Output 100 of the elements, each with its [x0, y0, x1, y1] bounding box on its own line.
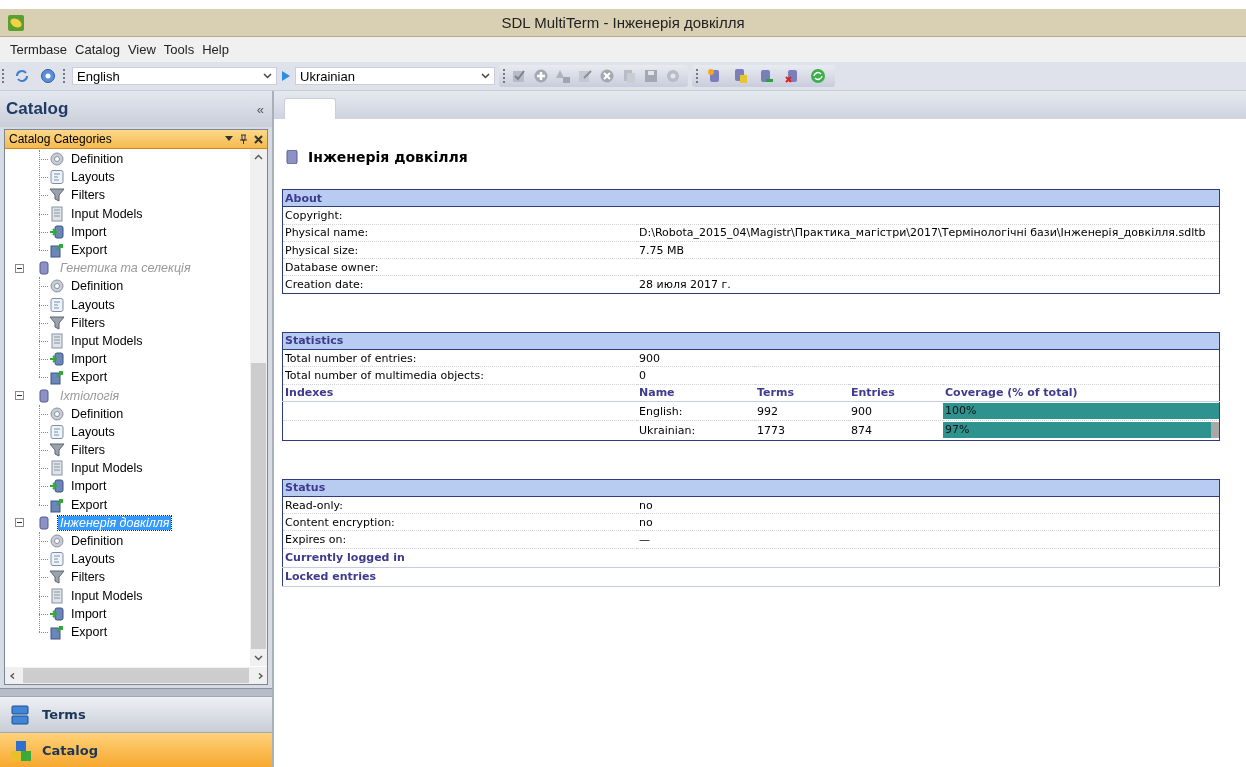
tree-item[interactable]: Export [71, 497, 108, 512]
tree-item[interactable]: Definition [71, 534, 124, 549]
table-cell: Total number of multimedia objects: [282, 366, 637, 385]
collapse-toggle[interactable] [15, 263, 24, 273]
tree-item[interactable]: Input Models [71, 206, 143, 221]
database-icon [36, 260, 52, 277]
scrollbar[interactable] [250, 149, 267, 666]
tree-item[interactable]: Import [71, 479, 107, 494]
table-cell: Content encryption: [282, 513, 637, 531]
pages-icon[interactable] [621, 68, 637, 84]
table-cell: Copyright: [282, 206, 637, 225]
tree-item[interactable]: Layouts [71, 297, 115, 312]
import-icon [49, 223, 65, 240]
section-header: Statistics [282, 332, 1220, 350]
tree-item[interactable]: Import [71, 224, 107, 239]
tree-item[interactable]: Filters [71, 188, 106, 203]
table-cell: 28 июля 2017 г. [639, 278, 731, 292]
table-cell: no [639, 515, 653, 529]
target-language-dropdown[interactable]: Ukrainian [295, 67, 495, 85]
chevron-down-icon [481, 73, 490, 79]
menu-item[interactable]: Tools [159, 42, 199, 57]
nav-button[interactable]: Catalog [0, 732, 272, 767]
menu-item[interactable]: Termbase [6, 42, 72, 57]
tree-item[interactable]: Input Models [71, 461, 143, 476]
tree-item[interactable]: Filters [71, 315, 106, 330]
plus-icon[interactable] [533, 68, 549, 84]
document-icon [49, 423, 65, 440]
collapse-toggle[interactable] [15, 391, 24, 401]
document-tab[interactable] [284, 98, 336, 119]
shapes-icon[interactable] [555, 68, 571, 84]
sidebar-title: Catalog [6, 99, 69, 119]
refresh-icon[interactable] [810, 68, 826, 84]
table-cell: Database owner: [282, 258, 637, 276]
tree-item[interactable]: Definition [71, 152, 124, 167]
tree-item[interactable]: Layouts [71, 552, 115, 567]
tree-item[interactable]: Definition [71, 279, 124, 294]
tree-item[interactable]: Filters [71, 443, 106, 458]
stack-icon [10, 703, 32, 726]
pencil-icon[interactable] [577, 68, 593, 84]
database-icon[interactable] [706, 68, 722, 84]
tree-item[interactable]: Layouts [71, 170, 115, 185]
table-cell: Total number of entries: [282, 349, 637, 367]
menu-item[interactable]: Catalog [71, 42, 124, 57]
coverage-value: 97% [945, 423, 970, 437]
splitter-handle[interactable] [0, 688, 272, 696]
subsection-header: Locked entries [282, 567, 1220, 587]
cancel-icon[interactable] [599, 68, 615, 84]
page-heading: Інженерія довкілля [308, 149, 468, 165]
database-icon[interactable] [784, 68, 800, 84]
save-icon[interactable] [643, 68, 659, 84]
funnel-icon [49, 314, 65, 331]
form-icon [49, 332, 65, 349]
check-icon[interactable] [511, 68, 527, 84]
tree-item[interactable]: Export [71, 370, 108, 385]
database-icon [36, 514, 52, 531]
table-cell: Ukrainian: [637, 420, 755, 441]
play-icon[interactable] [281, 70, 291, 82]
menu-item[interactable]: View [123, 42, 160, 57]
section-header: Status [282, 479, 1220, 497]
tree-item[interactable]: Import [71, 352, 107, 367]
tree-item[interactable]: Export [71, 243, 108, 258]
nav-button[interactable]: Terms [0, 696, 272, 732]
document-icon [49, 551, 65, 568]
source-language-dropdown[interactable]: English [72, 67, 277, 85]
collapse-toggle[interactable] [15, 518, 24, 528]
table-cell: 900 [639, 351, 660, 365]
chevron-icon [254, 154, 263, 161]
import-icon [49, 605, 65, 622]
collapse-button[interactable]: « [256, 101, 264, 117]
panel-title: Catalog Categories [9, 132, 112, 146]
database-icon[interactable] [758, 68, 774, 84]
menu-item[interactable]: Help [198, 42, 233, 57]
database-icon[interactable] [732, 68, 748, 84]
tree-item[interactable]: Definition [71, 406, 124, 421]
tree-item[interactable]: Input Models [71, 588, 143, 603]
tree-item[interactable]: Layouts [71, 424, 115, 439]
database-icon [286, 150, 298, 164]
tree-item[interactable]: Import [71, 606, 107, 621]
tree-item[interactable]: Export [71, 624, 108, 639]
refresh-icon[interactable] [14, 68, 30, 84]
tree-item[interactable]: Input Models [71, 333, 143, 348]
import-icon [49, 478, 65, 495]
funnel-icon [49, 187, 65, 204]
subsection-header: Currently logged in [282, 548, 1220, 568]
form-icon [49, 587, 65, 604]
funnel-icon [49, 569, 65, 586]
import-icon [49, 351, 65, 368]
dropdown-icon[interactable] [225, 136, 233, 142]
horizontal-scrollbar[interactable] [5, 666, 267, 684]
window-title: SDL MultiTerm - Інженерія довкілля [501, 13, 745, 31]
pin-icon[interactable] [239, 134, 248, 144]
tree-item[interactable]: Filters [71, 570, 106, 585]
column-header: Coverage (% of total) [943, 384, 1220, 402]
help-icon[interactable] [40, 68, 56, 84]
chevron-icon [254, 654, 263, 661]
app-icon [8, 14, 24, 31]
funnel-icon [49, 442, 65, 459]
blocks-icon [10, 739, 32, 762]
section-header: About [282, 189, 1220, 207]
close-icon[interactable] [254, 134, 263, 144]
